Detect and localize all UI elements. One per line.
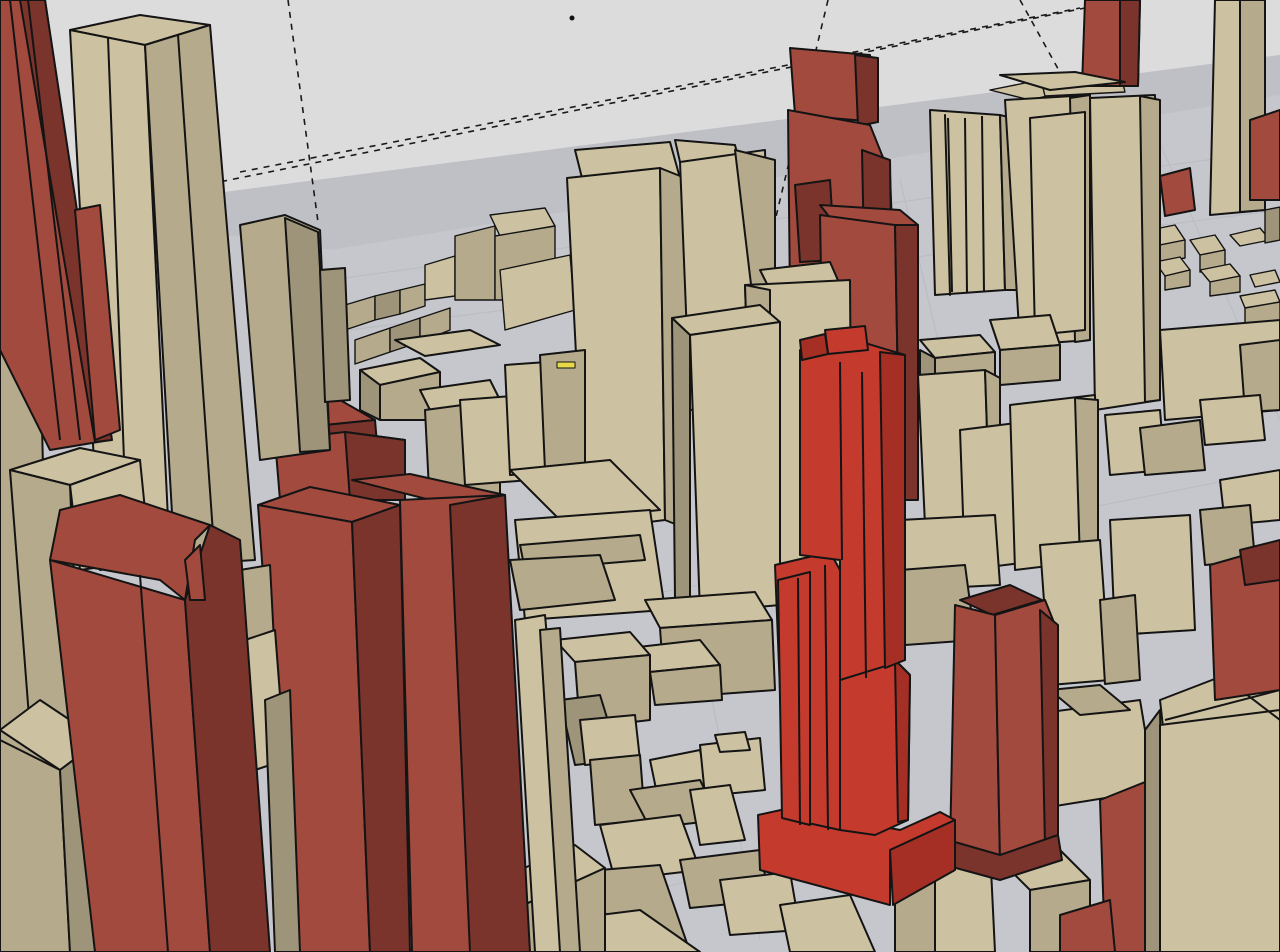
model-viewport[interactable]: 3d-perspective <box>0 0 1280 952</box>
dot-marker-icon <box>569 15 575 21</box>
highlight-tower-right <box>944 584 1063 881</box>
highlight-tower-center <box>257 473 531 952</box>
viewport-state: 3d-perspective <box>0 0 1 1</box>
city-scene[interactable] <box>0 0 1280 952</box>
view-mode: 3d-perspective <box>0 0 1 1</box>
